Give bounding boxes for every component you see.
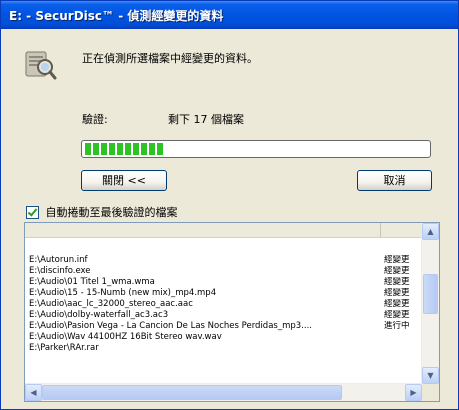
file-status: 經變更	[384, 266, 410, 276]
vertical-scrollbar[interactable]: ▲ ▼	[421, 223, 439, 384]
file-path: E:\Audio\15 - 15-Numb (new mix)_mp4.mp4	[29, 288, 217, 298]
file-path: E:\Parker\RAr.rar	[29, 343, 99, 353]
file-list[interactable]: E:\Autorun.inf 經變更 E:\discinfo.exe 經變更 E:\Au…	[24, 222, 440, 402]
column-header-file[interactable]	[25, 223, 381, 237]
dialog-body: 正在偵測所選檔案中經變更的資料。 驗證: 剩下 17 個檔案 關閉 << 取消 …	[4, 29, 455, 407]
file-status: 經變更	[384, 299, 410, 309]
scrollbar-corner	[422, 384, 439, 401]
horizontal-scrollbar[interactable]: ◀ ▶	[25, 383, 422, 401]
file-status: 進行中	[384, 321, 410, 331]
table-row[interactable]: E:\Autorun.inf 經變更	[25, 255, 421, 266]
file-path: E:\Audio\Wav 44100HZ 16Bit Stereo wav.wa…	[29, 332, 222, 342]
file-path: E:\Audio\Pasion Vega - La Cancion De Las…	[29, 321, 312, 331]
verify-label: 驗證:	[82, 113, 108, 126]
table-row[interactable]: E:\Audio\01 Titel 1_wma.wma 經變更	[25, 277, 421, 288]
autoscroll-option[interactable]: 自動捲動至最後驗證的檔案	[26, 204, 178, 219]
progress-fill	[85, 143, 164, 155]
window-title: E: - SecurDisc™ - 偵測經變更的資料	[9, 9, 224, 23]
file-status: 經變更	[384, 310, 410, 320]
file-rows: E:\Autorun.inf 經變更 E:\discinfo.exe 經變更 E:\Au…	[25, 255, 421, 354]
verify-progress-bar	[81, 140, 431, 158]
table-row[interactable]: E:\Audio\Pasion Vega - La Cancion De Las…	[25, 321, 421, 332]
close-details-button[interactable]: 關閉 <<	[81, 170, 167, 191]
autoscroll-label: 自動捲動至最後驗證的檔案	[45, 206, 178, 219]
table-row[interactable]: E:\Audio\aac_lc_32000_stereo_aac.aac 經變更	[25, 299, 421, 310]
autoscroll-checkbox[interactable]	[26, 205, 39, 219]
file-path: E:\Audio\dolby-waterfall_ac3.ac3	[29, 310, 169, 320]
file-path: E:\Audio\aac_lc_32000_stereo_aac.aac	[29, 299, 193, 309]
file-path: E:\Audio\01 Titel 1_wma.wma	[29, 277, 155, 287]
list-header	[25, 223, 421, 238]
file-path: E:\discinfo.exe	[29, 266, 91, 276]
title-bar[interactable]: E: - SecurDisc™ - 偵測經變更的資料	[1, 1, 458, 29]
column-header-status[interactable]	[381, 223, 421, 237]
table-row[interactable]: E:\Audio\Wav 44100HZ 16Bit Stereo wav.wa…	[25, 332, 421, 343]
status-message: 正在偵測所選檔案中經變更的資料。	[82, 52, 258, 65]
vertical-scroll-thumb[interactable]	[423, 274, 438, 314]
scroll-up-arrow-icon[interactable]: ▲	[422, 223, 439, 240]
horizontal-scroll-thumb[interactable]	[42, 385, 342, 400]
file-path: E:\Autorun.inf	[29, 255, 88, 265]
securdisc-magnifier-icon	[25, 51, 57, 80]
dialog-window: E: - SecurDisc™ - 偵測經變更的資料 正在偵測所選檔案中經變更的…	[0, 0, 459, 410]
table-row[interactable]: E:\Audio\dolby-waterfall_ac3.ac3 經變更	[25, 310, 421, 321]
file-status: 經變更	[384, 255, 410, 265]
scroll-down-arrow-icon[interactable]: ▼	[422, 367, 439, 384]
table-row[interactable]: E:\Parker\RAr.rar	[25, 343, 421, 354]
file-status: 經變更	[384, 288, 410, 298]
cancel-button[interactable]: 取消	[357, 170, 432, 191]
scroll-right-arrow-icon[interactable]: ▶	[405, 384, 422, 401]
file-status: 經變更	[384, 277, 410, 287]
files-remaining: 剩下 17 個檔案	[168, 113, 244, 126]
scroll-left-arrow-icon[interactable]: ◀	[25, 384, 42, 401]
table-row[interactable]: E:\discinfo.exe 經變更	[25, 266, 421, 277]
table-row[interactable]: E:\Audio\15 - 15-Numb (new mix)_mp4.mp4 經…	[25, 288, 421, 299]
